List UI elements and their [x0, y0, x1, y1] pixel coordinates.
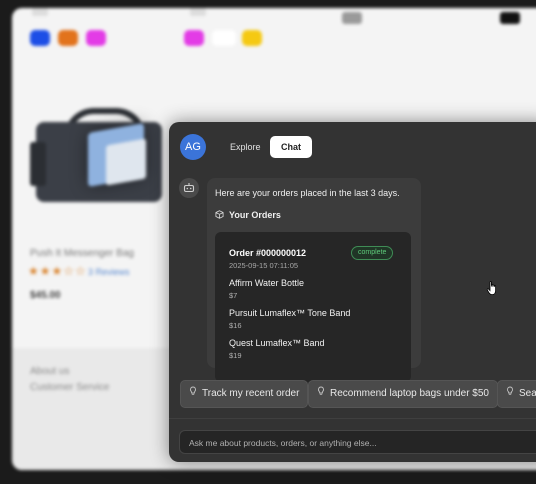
divider — [190, 8, 206, 16]
tab-explore[interactable]: Explore — [219, 136, 272, 158]
order-item-name: Affirm Water Bottle — [229, 278, 305, 288]
chat-panel: AG Explore Chat Here are your orders pla… — [169, 122, 536, 462]
swatch — [500, 12, 520, 24]
status-badge: complete — [351, 246, 394, 260]
suggestion-track-order[interactable]: Track my recent order — [180, 380, 309, 408]
order-item-name: Quest Lumaflex™ Band — [229, 338, 325, 348]
color-swatch[interactable] — [58, 30, 78, 46]
lightbulb-icon — [506, 381, 515, 407]
order-item-price: $16 — [229, 321, 242, 330]
suggestion-label: Track my recent order — [202, 388, 300, 399]
rating-stars: ★★★☆☆ — [28, 264, 87, 278]
hand-cursor-icon — [486, 280, 500, 301]
message-text: Here are your orders placed in the last … — [215, 188, 400, 198]
product-image[interactable] — [30, 108, 164, 202]
suggestion-search[interactable]: Sear — [497, 380, 536, 408]
color-swatch[interactable] — [212, 30, 236, 46]
color-swatch[interactable] — [184, 30, 204, 46]
reviews-link[interactable]: 3 Reviews — [88, 267, 130, 277]
orders-heading: Your Orders — [215, 210, 281, 221]
package-icon — [215, 210, 224, 221]
order-item-price: $7 — [229, 291, 238, 300]
tab-chat[interactable]: Chat — [270, 136, 312, 158]
color-swatch[interactable] — [86, 30, 106, 46]
suggestion-bar: Track my recent order Recommend laptop b… — [169, 380, 536, 410]
footer-link-about[interactable]: About us — [30, 366, 69, 377]
bot-icon — [179, 178, 199, 198]
avatar[interactable]: AG — [180, 134, 206, 160]
suggestion-label: Recommend laptop bags under $50 — [330, 388, 489, 399]
lightbulb-icon — [317, 381, 326, 407]
swatch — [342, 12, 362, 24]
chat-header: AG Explore Chat — [169, 122, 536, 172]
chat-input[interactable]: Ask me about products, orders, or anythi… — [179, 430, 536, 454]
product-name[interactable]: Push It Messenger Bag — [30, 248, 134, 259]
color-swatch[interactable] — [242, 30, 262, 46]
color-swatch[interactable] — [30, 30, 50, 46]
divider — [169, 418, 536, 419]
order-number: Order #000000012 — [229, 248, 307, 258]
product-price: $45.00 — [30, 290, 61, 301]
order-item-name: Pursuit Lumaflex™ Tone Band — [229, 308, 351, 318]
order-date: 2025-09-15 07:11:05 — [229, 261, 299, 270]
suggestion-laptop-bags[interactable]: Recommend laptop bags under $50 — [308, 380, 498, 408]
order-card[interactable]: Order #000000012 2025-09-15 07:11:05 com… — [215, 232, 411, 382]
footer-link-customer-service[interactable]: Customer Service — [30, 382, 109, 393]
assistant-message: Here are your orders placed in the last … — [207, 178, 421, 382]
orders-heading-label: Your Orders — [229, 210, 281, 220]
suggestion-label: Sear — [519, 388, 536, 399]
order-item-price: $19 — [229, 351, 242, 360]
divider — [32, 8, 48, 16]
lightbulb-icon — [189, 381, 198, 407]
